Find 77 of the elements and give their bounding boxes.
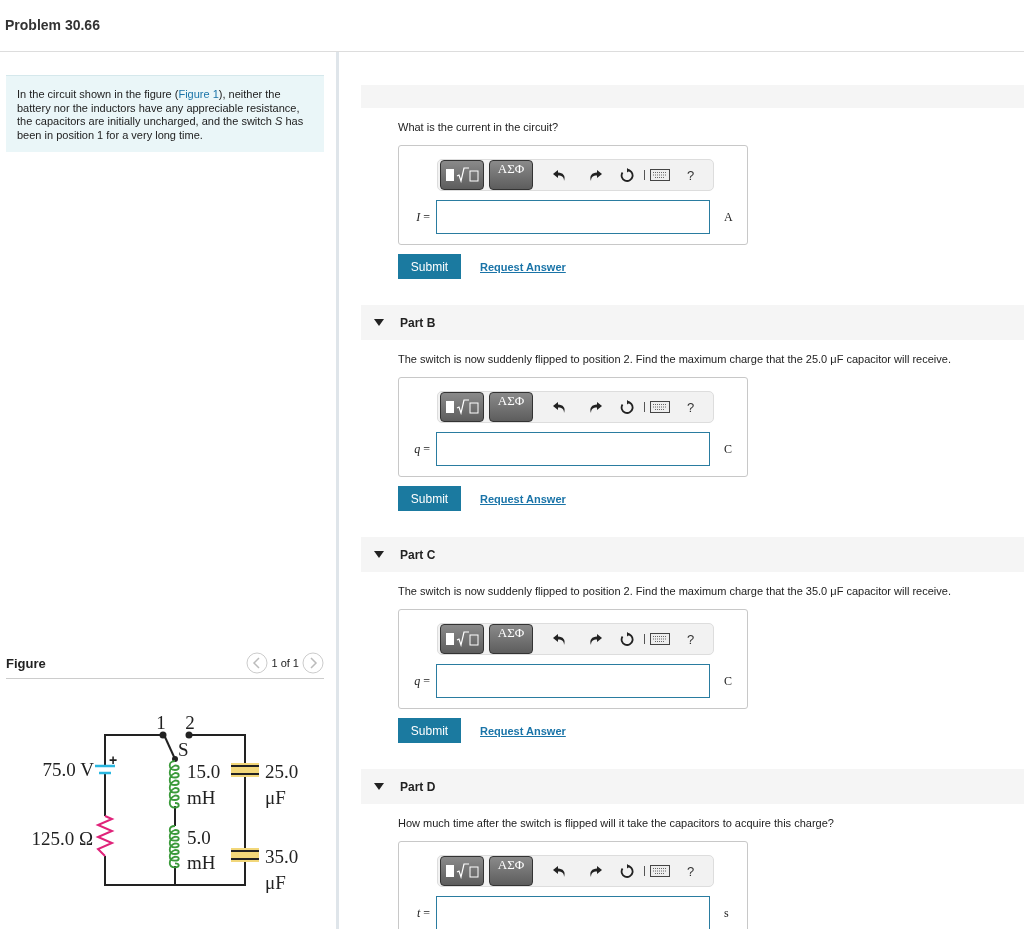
unit-label: μF — [265, 872, 286, 893]
variable-label: I = — [415, 209, 431, 225]
unit-label: C — [724, 441, 732, 457]
page-counter: 1 of 1 — [271, 657, 299, 669]
inductance-label: 15.0 — [187, 761, 221, 782]
keyboard-icon[interactable] — [650, 865, 670, 877]
templates-button[interactable] — [440, 624, 484, 654]
polarity-label: + — [108, 752, 118, 768]
collapse-icon[interactable] — [374, 319, 384, 326]
battery-drawing — [95, 764, 115, 775]
part-title: Part C — [400, 547, 436, 562]
switch-position-label: 2 — [185, 712, 195, 733]
keyboard-icon[interactable] — [650, 169, 670, 181]
symbols-button[interactable]: ΑΣΦ — [489, 392, 533, 422]
capacitor-drawing — [230, 763, 260, 777]
request-answer-link[interactable]: Request Answer — [480, 724, 566, 737]
capacitance-label: 35.0 — [265, 846, 299, 867]
variable-label: t = — [415, 905, 431, 921]
help-button[interactable]: ? — [687, 399, 695, 415]
part-title: Part D — [400, 779, 436, 794]
unit-label: μF — [265, 787, 286, 808]
question-text: The switch is now suddenly flipped to position 2. Find the maximum charge that the 25.0 μF capacitor will receive. — [398, 352, 952, 367]
figure-heading: Figure — [6, 655, 47, 671]
variable-label: q = — [413, 441, 431, 457]
switch-drawing — [159, 731, 193, 762]
intro-text: In the circuit shown in the figure (Figure 1), neither the battery nor the inductors have any appreciable resistance, the capacitors are initially uncharged, and the switch S has been in position 1 for a very long time. — [6, 75, 324, 152]
switch-position-label: 1 — [156, 712, 166, 733]
submit-button[interactable]: Submit — [398, 718, 461, 743]
help-button[interactable]: ? — [687, 863, 695, 879]
variable-label: q = — [413, 673, 431, 689]
part-header[interactable]: Part C — [361, 537, 1024, 572]
keyboard-icon[interactable] — [650, 401, 670, 413]
figure-link[interactable]: Figure 1 — [178, 88, 219, 100]
keyboard-icon[interactable] — [650, 633, 670, 645]
inductance-label: 5.0 — [187, 827, 211, 848]
answer-field[interactable] — [436, 896, 710, 929]
answer-field[interactable] — [436, 432, 710, 466]
symbols-button[interactable]: ΑΣΦ — [489, 856, 533, 886]
answer-field[interactable] — [436, 664, 710, 698]
inductor-drawing — [168, 760, 180, 809]
capacitance-label: 25.0 — [265, 761, 299, 782]
problem-title: Problem 30.66 — [4, 16, 100, 33]
part-title: Part B — [400, 315, 436, 330]
resistance-label: 125.0 Ω — [31, 828, 93, 849]
unit-label: A — [724, 209, 733, 225]
help-button[interactable]: ? — [687, 631, 695, 647]
reset-icon[interactable] — [620, 400, 634, 414]
part-header[interactable]: Part B — [361, 305, 1024, 340]
submit-button[interactable]: Submit — [398, 486, 461, 511]
collapse-icon[interactable] — [374, 551, 384, 558]
answer-field[interactable] — [436, 200, 710, 234]
reset-icon[interactable] — [620, 632, 634, 646]
request-answer-link[interactable]: Request Answer — [480, 492, 566, 505]
request-answer-link[interactable]: Request Answer — [480, 260, 566, 273]
templates-button[interactable] — [440, 392, 484, 422]
unit-label: mH — [187, 852, 216, 873]
templates-button[interactable] — [440, 856, 484, 886]
unit-label: s — [724, 905, 729, 921]
submit-button[interactable]: Submit — [398, 254, 461, 279]
unit-label: mH — [187, 787, 216, 808]
switch-label: S — [178, 739, 189, 760]
question-text: What is the current in the circuit? — [398, 120, 560, 135]
symbols-button[interactable]: ΑΣΦ — [489, 624, 533, 654]
capacitor-drawing — [230, 848, 260, 862]
part-header[interactable]: Part D — [361, 769, 1024, 804]
question-text: The switch is now suddenly flipped to position 2. Find the maximum charge that the 35.0 μF capacitor will receive. — [398, 584, 952, 599]
help-button[interactable]: ? — [687, 167, 695, 183]
reset-icon[interactable] — [620, 168, 634, 182]
question-text: How much time after the switch is flipped will it take the capacitors to acquire this charge? — [398, 816, 835, 831]
symbols-button[interactable]: ΑΣΦ — [489, 160, 533, 190]
voltage-label: 75.0 V — [42, 759, 94, 780]
collapse-icon[interactable] — [374, 783, 384, 790]
reset-icon[interactable] — [620, 864, 634, 878]
resistor-drawing — [95, 815, 115, 857]
templates-button[interactable] — [440, 160, 484, 190]
unit-label: C — [724, 673, 732, 689]
inductor-drawing — [168, 825, 180, 869]
